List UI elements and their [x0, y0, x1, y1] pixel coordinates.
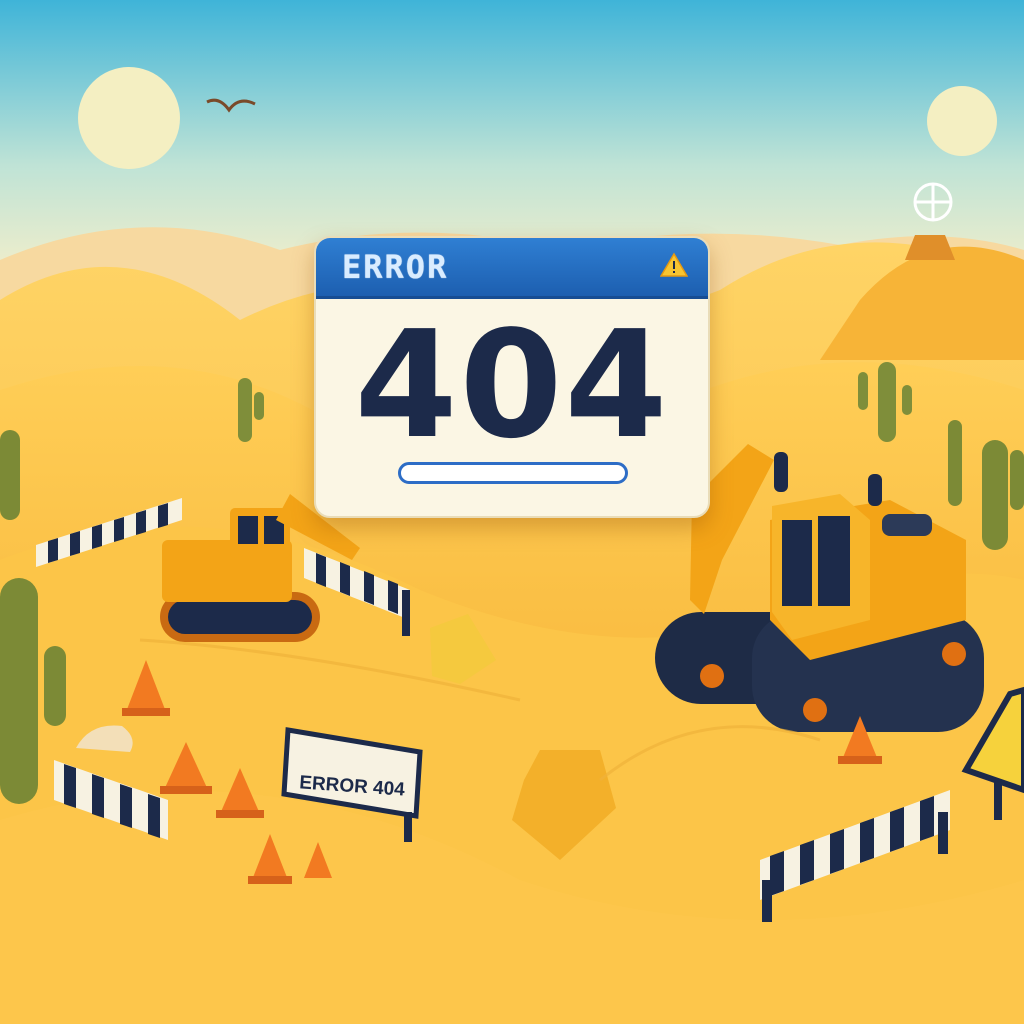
error-dialog: ERROR 404: [314, 236, 710, 518]
sun-right: [927, 86, 997, 156]
error-code: 404: [354, 299, 670, 471]
desert-scene: ERROR 404 ERROR 404: [0, 0, 1024, 1024]
progress-bar: [398, 462, 628, 484]
dialog-title: ERROR: [342, 248, 449, 286]
sun-left: [78, 67, 180, 169]
dialog-titlebar: ERROR: [316, 238, 708, 299]
warning-icon: [660, 252, 688, 277]
